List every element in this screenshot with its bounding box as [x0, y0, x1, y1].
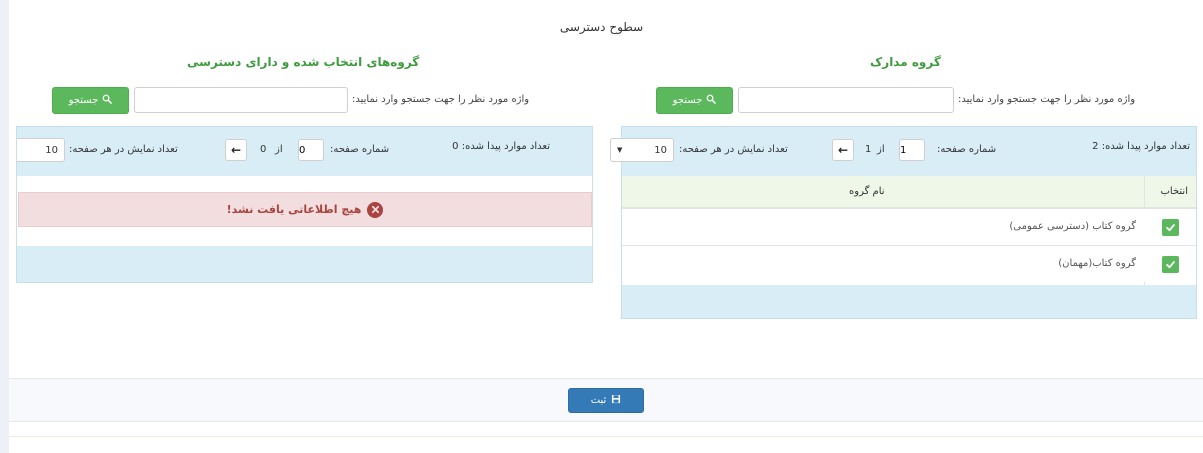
left-search-label: واژه مورد نظر را جهت جستجو وارد نمایید: [352, 94, 530, 105]
right-per-page-label: تعداد نمایش در هر صفحه: [679, 144, 788, 155]
header-select: انتخاب [1160, 186, 1189, 197]
left-page-label: شماره صفحه: [330, 144, 390, 155]
right-panel-title: گروه مدارک [870, 55, 941, 69]
row-checkbox[interactable] [1162, 219, 1179, 236]
right-table: انتخاب نام گروه گروه کتاب (دسترسی عمومی)… [622, 176, 1196, 285]
left-found-count: تعداد موارد پیدا شده: 0 [452, 141, 550, 152]
error-circle-icon [367, 201, 384, 218]
left-sidebar-strip [0, 0, 9, 453]
left-panel-title: گروه‌های انتخاب شده و دارای دسترسی [187, 55, 420, 69]
left-per-page-value: 10 [45, 144, 58, 156]
left-search-button-label: جستجو [68, 95, 99, 106]
arrow-left-icon: ← [230, 143, 242, 157]
right-page-number-input[interactable] [899, 139, 925, 161]
table-row: گروه کتاب (دسترسی عمومی) [622, 208, 1196, 245]
arrow-left-icon: ← [837, 143, 849, 157]
caret-down-icon: ▼ [617, 146, 623, 154]
right-total-pages: 1 [865, 144, 872, 155]
check-icon [1166, 261, 1175, 269]
right-per-page-select[interactable]: ▼ 10 [610, 138, 674, 162]
right-search-label: واژه مورد نظر را جهت جستجو وارد نمایید: [958, 94, 1136, 105]
left-search-input[interactable] [134, 87, 348, 113]
left-search-button[interactable]: جستجو [52, 87, 129, 114]
left-per-page-label: تعداد نمایش در هر صفحه: [69, 144, 178, 155]
left-page-number-input[interactable] [298, 139, 324, 161]
empty-message: هیچ اطلاعاتی یافت نشد! [226, 203, 362, 216]
left-pager-arrow-button[interactable]: ← [225, 139, 247, 161]
right-search-input[interactable] [738, 87, 954, 113]
left-total-pages: 0 [260, 144, 267, 155]
right-page-label: شماره صفحه: [937, 144, 997, 155]
right-found-count: تعداد موارد پیدا شده: 2 [1092, 141, 1190, 152]
table-row: گروه کتاب(مهمان) [622, 245, 1196, 282]
search-icon [102, 94, 113, 107]
right-pager-arrow-button[interactable]: ← [832, 139, 854, 161]
right-table-header: انتخاب نام گروه [622, 176, 1196, 208]
check-icon [1166, 224, 1175, 232]
right-search-button-label: جستجو [672, 95, 703, 106]
left-of-label: از [275, 144, 283, 155]
submit-button[interactable]: ثبت [568, 388, 644, 413]
right-panel: تعداد موارد پیدا شده: 2 شماره صفحه: از 1… [610, 126, 1197, 319]
left-table-area: هیچ اطلاعاتی یافت نشد! [17, 176, 592, 246]
bottom-divider [9, 436, 1203, 437]
row-group-name: گروه کتاب(مهمان) [1058, 258, 1136, 269]
right-per-page-value: 10 [654, 144, 667, 156]
right-of-label: از [877, 144, 885, 155]
empty-alert: هیچ اطلاعاتی یافت نشد! [18, 192, 592, 227]
left-panel: تعداد موارد پیدا شده: 0 شماره صفحه: از 0… [16, 126, 593, 283]
floppy-disk-icon [611, 394, 621, 407]
left-per-page-select[interactable]: ▼ 10 [17, 138, 65, 162]
row-checkbox[interactable] [1162, 256, 1179, 273]
header-group-name: نام گروه [849, 186, 885, 197]
row-group-name: گروه کتاب (دسترسی عمومی) [1009, 221, 1136, 232]
submit-button-label: ثبت [590, 395, 607, 406]
page-title: سطوح دسترسی [559, 20, 644, 34]
right-search-button[interactable]: جستجو [656, 87, 733, 114]
search-icon [706, 94, 717, 107]
